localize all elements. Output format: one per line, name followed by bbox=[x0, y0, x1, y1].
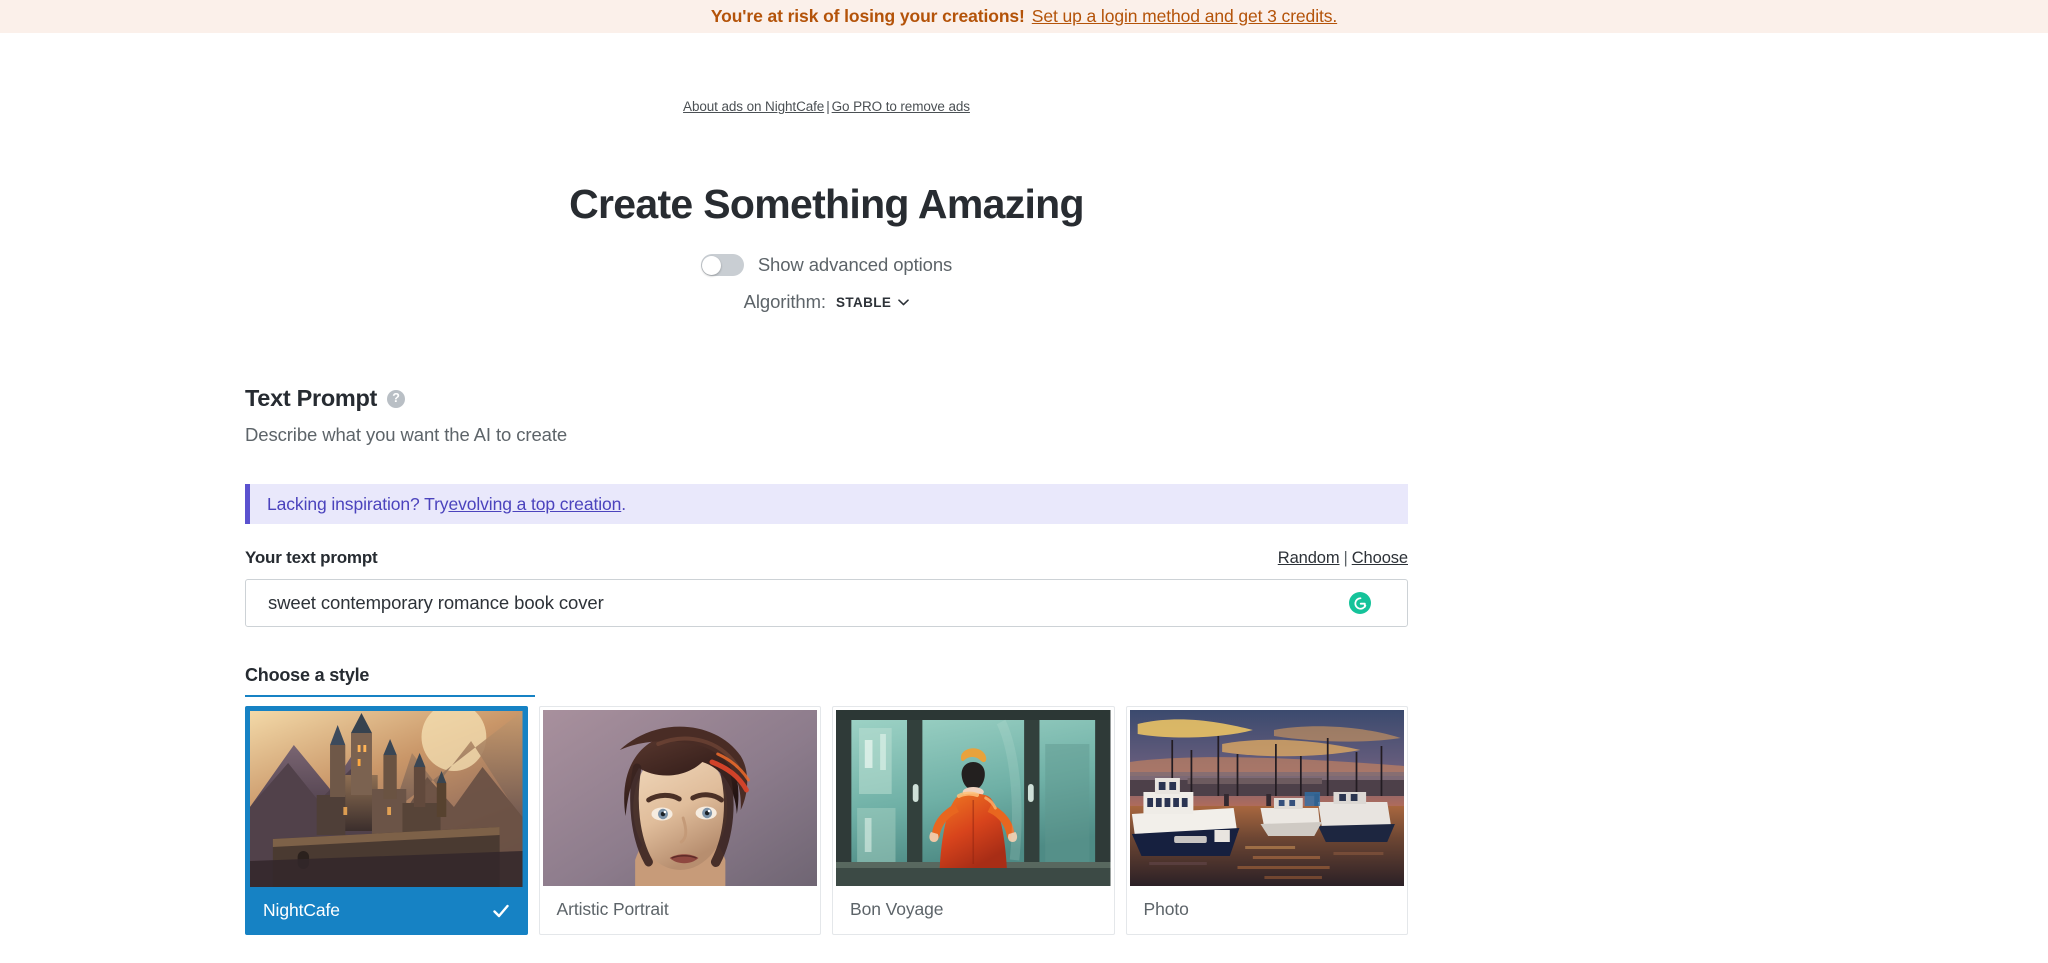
check-icon bbox=[492, 904, 509, 917]
prompt-field-actions: Random | Choose bbox=[1278, 549, 1408, 568]
choose-style-title: Choose a style bbox=[245, 665, 370, 685]
banner-warning-text: You're at risk of losing your creations! bbox=[710, 5, 1025, 26]
style-picker-section: Choose a style NightCafe Artistic Portra… bbox=[245, 665, 1409, 935]
style-card-footer-bon-voyage: Bon Voyage bbox=[836, 886, 1111, 933]
style-thumb-photo bbox=[1129, 710, 1405, 886]
callout-suffix-text: . bbox=[621, 493, 627, 514]
text-prompt-subtitle: Describe what you want the AI to create bbox=[245, 424, 568, 445]
algorithm-value: STABLE bbox=[835, 294, 892, 310]
actions-separator: | bbox=[1343, 549, 1348, 567]
prompt-input[interactable] bbox=[246, 592, 1407, 614]
about-ads-link[interactable]: About ads on NightCafe bbox=[683, 99, 824, 114]
style-card-footer-nightcafe: NightCafe bbox=[250, 887, 523, 934]
page-body: About ads on NightCafe | Go PRO to remove … bbox=[0, 33, 1653, 963]
style-card-footer-photo: Photo bbox=[1130, 886, 1405, 933]
advanced-options-label: Show advanced options bbox=[757, 254, 953, 275]
show-advanced-options-toggle[interactable] bbox=[700, 254, 744, 276]
text-prompt-title: Text Prompt bbox=[245, 385, 378, 411]
style-card-bon-voyage[interactable]: Bon Voyage bbox=[832, 706, 1115, 935]
style-card-photo[interactable]: Photo bbox=[1125, 706, 1409, 935]
ad-notice: About ads on NightCafe | Go PRO to remove … bbox=[245, 33, 1408, 114]
toggle-knob bbox=[702, 255, 722, 275]
chevron-down-icon bbox=[898, 298, 910, 305]
evolve-top-creation-link[interactable]: evolving a top creation bbox=[448, 494, 621, 515]
advanced-options-row: Show advanced options bbox=[245, 254, 1408, 276]
style-card-grid: NightCafe Artistic Portrait Bon Voyage P… bbox=[245, 706, 1409, 935]
fantasy-castle-illustration bbox=[250, 711, 523, 887]
style-thumb-artistic-portrait bbox=[542, 710, 818, 886]
style-card-footer-artistic-portrait: Artistic Portrait bbox=[543, 886, 818, 933]
prompt-field-label: Your text prompt bbox=[245, 548, 378, 567]
algorithm-dropdown[interactable]: STABLE bbox=[835, 294, 910, 310]
text-prompt-section: Text Prompt ? Describe what you want the… bbox=[245, 385, 1408, 627]
woman-at-window-illustration bbox=[836, 710, 1111, 886]
choose-prompt-link[interactable]: Choose bbox=[1352, 549, 1408, 567]
style-card-label-bon-voyage: Bon Voyage bbox=[850, 899, 944, 919]
style-card-label-nightcafe: NightCafe bbox=[263, 900, 340, 920]
text-prompt-heading-row: Text Prompt ? bbox=[245, 385, 1408, 412]
go-pro-link[interactable]: Go PRO to remove ads bbox=[832, 99, 970, 114]
prompt-input-wrapper[interactable] bbox=[245, 579, 1408, 627]
callout-prefix-text: Lacking inspiration? Try bbox=[267, 493, 449, 514]
content-column: About ads on NightCafe | Go PRO to remove … bbox=[245, 33, 1408, 935]
prompt-field-header: Your text prompt Random | Choose bbox=[245, 548, 1408, 568]
risk-warning-banner: You're at risk of losing your creations!… bbox=[0, 0, 2048, 33]
algorithm-label: Algorithm: bbox=[743, 291, 826, 312]
woman-portrait-illustration bbox=[542, 710, 818, 886]
style-card-nightcafe[interactable]: NightCafe bbox=[245, 706, 528, 935]
grammarly-glyph bbox=[1353, 596, 1366, 610]
inspiration-callout: Lacking inspiration? Try evolving a top … bbox=[245, 484, 1408, 524]
style-thumb-nightcafe bbox=[250, 711, 523, 887]
style-card-artistic-portrait[interactable]: Artistic Portrait bbox=[538, 706, 822, 935]
page-title: Create Something Amazing bbox=[569, 181, 1084, 227]
harbor-boats-sunset-photo bbox=[1129, 710, 1405, 886]
ads-separator: | bbox=[826, 99, 830, 114]
algorithm-row: Algorithm: STABLE bbox=[245, 291, 1408, 313]
style-section-underline bbox=[245, 695, 535, 697]
style-thumb-bon-voyage bbox=[836, 710, 1111, 886]
help-icon[interactable]: ? bbox=[387, 389, 406, 408]
style-card-label-artistic-portrait: Artistic Portrait bbox=[556, 899, 669, 919]
random-prompt-link[interactable]: Random bbox=[1278, 549, 1340, 567]
setup-login-link[interactable]: Set up a login method and get 3 credits. bbox=[1032, 7, 1337, 26]
style-card-label-photo: Photo bbox=[1143, 899, 1189, 919]
grammarly-icon[interactable] bbox=[1349, 592, 1371, 614]
